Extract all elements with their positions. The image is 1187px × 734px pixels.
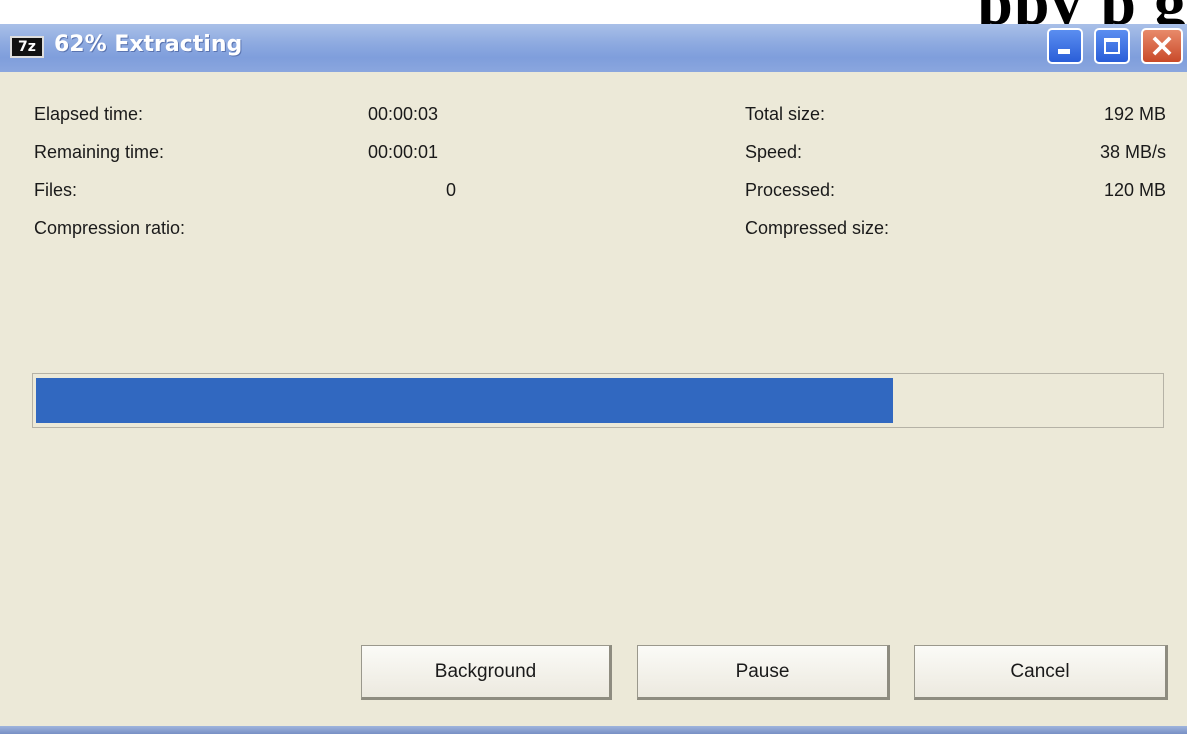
background-heading: ppy p g: [0, 0, 1187, 26]
maximize-icon: [1104, 38, 1120, 54]
total-size-value: 192 MB: [1103, 104, 1166, 124]
total-size-label: Total size:: [745, 104, 826, 124]
close-icon: ×: [1148, 26, 1176, 64]
elapsed-time-value: 00:00:03: [368, 104, 439, 124]
remaining-time-value: 00:00:01: [368, 142, 439, 162]
window-title: 62% Extracting: [54, 32, 243, 57]
title-bar[interactable]: 7z 62% Extracting ×: [0, 24, 1187, 72]
pause-button[interactable]: Pause: [637, 645, 890, 700]
compression-ratio-label: Compression ratio:: [34, 218, 186, 238]
compressed-size-label: Compressed size:: [745, 218, 890, 238]
files-label: Files:: [34, 180, 78, 200]
taskbar-edge: [0, 726, 1187, 734]
extract-progress-window: 7z 62% Extracting × Elapsed time: 00:00:…: [0, 24, 1187, 734]
cancel-button[interactable]: Cancel: [914, 645, 1168, 700]
remaining-time-label: Remaining time:: [34, 142, 165, 162]
background-button[interactable]: Background: [361, 645, 612, 700]
close-button[interactable]: ×: [1141, 26, 1183, 64]
7zip-icon: 7z: [10, 36, 44, 58]
minimize-button[interactable]: [1047, 28, 1083, 64]
processed-label: Processed:: [745, 180, 836, 200]
minimize-icon: [1058, 49, 1070, 54]
maximize-button[interactable]: [1094, 28, 1130, 64]
progress-bar: [32, 373, 1164, 428]
speed-label: Speed:: [745, 142, 803, 162]
speed-value: 38 MB/s: [1099, 142, 1166, 162]
files-value: 0: [445, 180, 456, 200]
progress-bar-fill: [36, 378, 893, 423]
elapsed-time-label: Elapsed time:: [34, 104, 144, 124]
processed-value: 120 MB: [1103, 180, 1166, 200]
